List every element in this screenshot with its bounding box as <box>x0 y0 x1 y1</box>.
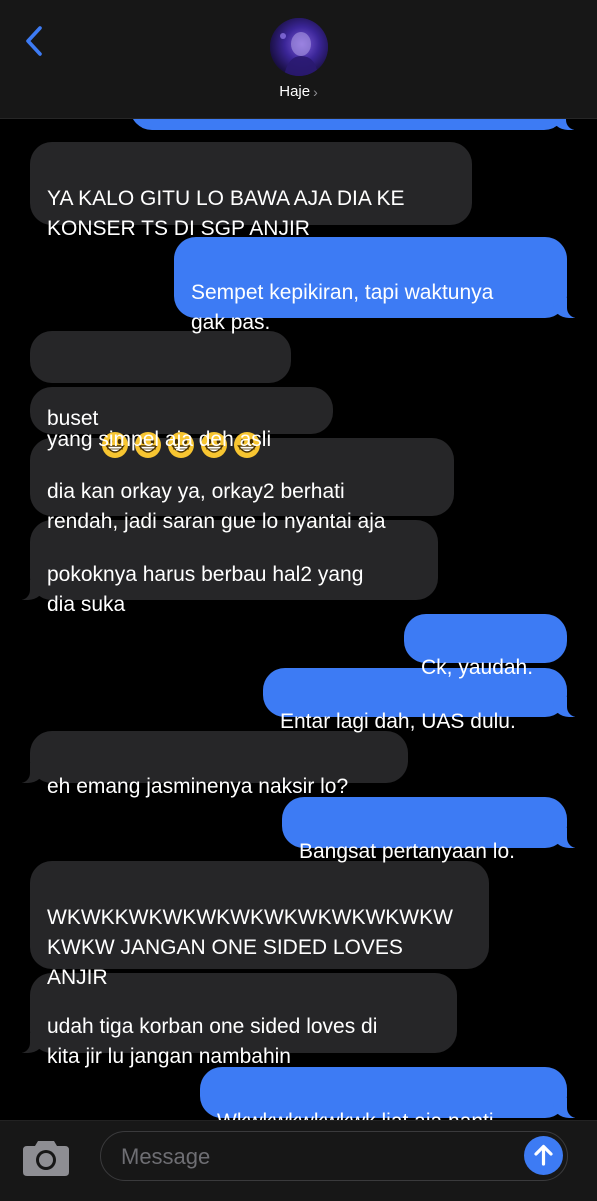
message-text: pokoknya harus berbau hal2 yang dia suka <box>47 563 364 616</box>
message-text: dia kan orkay ya, orkay2 berhati rendah,… <box>47 480 386 533</box>
message-text: Bangsat pertanyaan lo. <box>299 840 515 863</box>
camera-icon <box>23 1141 69 1176</box>
message-bubble-sent: Bangsat pertanyaan lo. <box>282 797 579 863</box>
message-bubble-received: WKWKKWKWKWKWKWKWKWKWKWKW KWKW JANGAN ONE… <box>30 861 489 989</box>
composer-bar <box>0 1120 597 1201</box>
conversation-header: Haje › <box>0 0 597 119</box>
message-field[interactable] <box>100 1131 568 1181</box>
message-text: Sempet kepikiran, tapi waktunya gak pas. <box>191 281 494 334</box>
camera-button[interactable] <box>22 1137 70 1177</box>
message-text: Entar lagi dah, UAS dulu. <box>280 710 516 733</box>
arrow-up-icon <box>534 1144 553 1166</box>
message-bubble-sent: Ck, yaudah. <box>404 614 567 679</box>
message-bubble-sent: Sempet kepikiran, tapi waktunya gak pas. <box>174 237 579 334</box>
message-bubble-sent: Wkwkwkwkwkwk liat aja nanti. <box>200 1067 579 1133</box>
avatar-image <box>270 18 328 76</box>
emoji-group <box>101 371 266 468</box>
message-bubble-received: YA KALO GITU LO BAWA AJA DIA KE KONSER T… <box>30 142 472 240</box>
message-bubble-received: buset <box>30 331 291 458</box>
message-text: udah tiga korban one sided loves di kita… <box>47 1015 378 1068</box>
contact-name: Haje <box>279 83 311 100</box>
message-text: YA KALO GITU LO BAWA AJA DIA KE KONSER T… <box>47 187 405 240</box>
chevron-right-icon: › <box>313 84 318 101</box>
message-text: Ck, yaudah. <box>421 656 534 679</box>
send-button[interactable] <box>524 1136 563 1175</box>
message-text: yang simpel aja deh asli <box>47 428 272 451</box>
message-input[interactable] <box>119 1139 503 1175</box>
message-bubble-received: eh emang jasminenya naksir lo? <box>18 731 408 798</box>
contact-name-button[interactable]: Haje › <box>0 83 597 100</box>
chevron-left-icon <box>26 26 42 56</box>
back-button[interactable] <box>16 24 52 60</box>
message-text: eh emang jasminenya naksir lo? <box>47 775 349 798</box>
contact-avatar[interactable] <box>270 18 328 76</box>
message-text: buset <box>47 407 99 431</box>
